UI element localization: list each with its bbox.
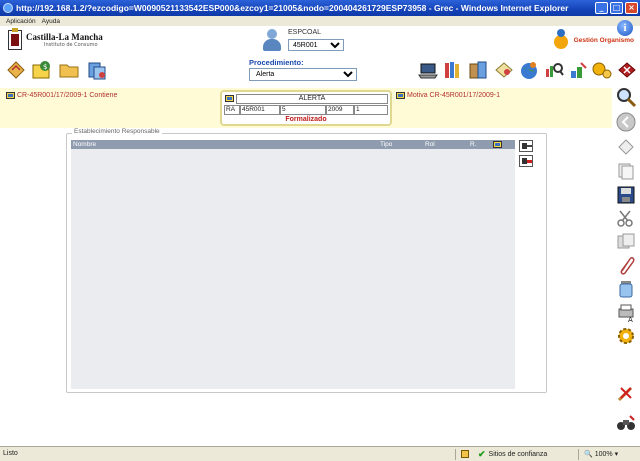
alerta-status: Formalizado [285,116,327,123]
window-controls: _ □ × [595,2,638,14]
gestion-organismo-label: Gestión Organismo [573,36,634,44]
window-title: http://192.168.1.2/?ezcodigo=W0090521133… [16,3,569,13]
save-icon[interactable] [615,184,637,206]
tools-icon[interactable] [567,59,589,81]
maximize-button[interactable]: □ [610,2,623,14]
alerta-cell: 5 [280,105,326,115]
settings-gear-icon[interactable] [615,325,637,347]
document-icon [6,92,15,99]
motiva-link-label: Motiva CR-45R001/17/2009-1 [407,92,500,99]
user-icon [262,29,282,53]
user-select[interactable]: 45R001 [288,39,344,51]
parcel-icon[interactable] [5,59,27,81]
alerta-cell: 1 [354,105,388,115]
zoom-control[interactable]: 🔍 100% ▾ [584,450,619,459]
laptop-icon[interactable] [417,59,439,81]
minimize-button[interactable]: _ [595,2,608,14]
envelope-icon[interactable] [493,59,515,81]
document-icon [225,95,234,102]
document-icon [396,92,405,99]
magnifier-icon[interactable] [615,86,637,108]
add-establecimiento-button[interactable] [519,140,533,152]
remove-establecimiento-button[interactable] [519,155,533,167]
delete-tools-icon[interactable] [615,382,637,404]
gestion-organismo-icon [552,29,572,51]
alerta-title: ALERTA [236,94,388,104]
copy-icon[interactable] [615,231,637,253]
gears-icon[interactable] [591,59,613,81]
app-header: Castilla-La Mancha Instituto de Consumo … [0,26,640,56]
menu-item-ayuda[interactable]: Ayuda [42,18,60,25]
establecimiento-grid-body[interactable] [71,149,515,389]
contiene-link[interactable]: CR-45R001/17/2009-1 Contiene [6,92,117,99]
info-icon[interactable]: i [617,20,633,36]
svg-text:$: $ [43,63,47,71]
column-header-rol[interactable]: Rol [425,141,435,148]
status-separator [578,449,579,460]
lock-icon [461,450,469,458]
back-icon[interactable] [615,111,637,133]
money-folder-icon[interactable]: $ [31,59,53,81]
svg-text:A: A [628,316,633,324]
toolbar: $ Procedimiento: Alerta [0,56,636,88]
trusted-zone[interactable]: ✔ Sitios de confianza [478,449,548,459]
column-header-nombre[interactable]: Nombre [73,141,96,148]
establecimiento-grid-header: Nombre Tipo Rol R. [71,140,515,149]
check-icon: ✔ [478,449,486,459]
documents-icon[interactable] [86,59,108,81]
logo-subtitle: Instituto de Consumo [44,42,98,48]
alerta-cell: 2009 [326,105,354,115]
establecimiento-legend: Establecimiento Responsable [72,128,162,135]
logo: Castilla-La Mancha Instituto de Consumo [8,28,103,50]
archive-icon[interactable] [467,59,489,81]
status-text: Listo [3,450,18,457]
zoom-icon: 🔍 [584,451,593,458]
motiva-link[interactable]: Motiva CR-45R001/17/2009-1 [396,92,500,99]
alerta-card: ALERTA RA 45R001 5 2009 1 Formalizado [220,90,392,126]
binoculars-icon[interactable] [615,412,637,434]
procedimiento-select[interactable]: Alerta [249,68,357,81]
logo-name: Castilla-La Mancha [26,32,103,42]
scissors-icon[interactable] [615,207,637,229]
trusted-zone-label: Sitios de confianza [488,450,548,458]
menu-bar: Aplicación Ayuda [0,16,640,26]
window-titlebar: http://192.168.1.2/?ezcodigo=W0090521133… [0,0,640,16]
column-header-r[interactable]: R. [470,141,477,148]
jar-icon[interactable] [615,278,637,300]
alerta-cell: RA [224,105,240,115]
status-bar: Listo ✔ Sitios de confianza 🔍 100% ▾ [0,446,640,461]
close-button[interactable]: × [625,2,638,14]
ie-icon [3,3,13,13]
close-book-icon[interactable] [616,59,638,81]
status-separator [455,449,456,460]
page-icon[interactable] [615,136,637,158]
contiene-link-label: CR-45R001/17/2009-1 Contiene [17,92,118,99]
procedimiento-label: Procedimiento: [249,58,304,67]
context-bar: CR-45R001/17/2009-1 Contiene ALERTA RA 4… [0,88,612,128]
column-header-tipo[interactable]: Tipo [380,141,392,148]
crest-icon [8,28,22,50]
pages-icon[interactable] [615,160,637,182]
user-label: ESPCOAL [288,29,322,36]
menu-item-aplicacion[interactable]: Aplicación [6,18,36,25]
alerta-cell: 45R001 [240,105,280,115]
folder-icon[interactable] [58,59,80,81]
paperclip-icon[interactable] [615,254,637,276]
books-icon[interactable] [442,59,464,81]
zoom-level: 100% [594,450,613,458]
search-chart-icon[interactable] [543,59,565,81]
print-preview-icon[interactable]: A [615,302,637,324]
chevron-down-icon: ▾ [614,451,619,458]
right-sidebar: A [612,86,640,446]
alerta-code-row: RA 45R001 5 2009 1 [224,105,388,115]
document-icon [493,141,502,148]
globe-icon[interactable] [518,59,540,81]
